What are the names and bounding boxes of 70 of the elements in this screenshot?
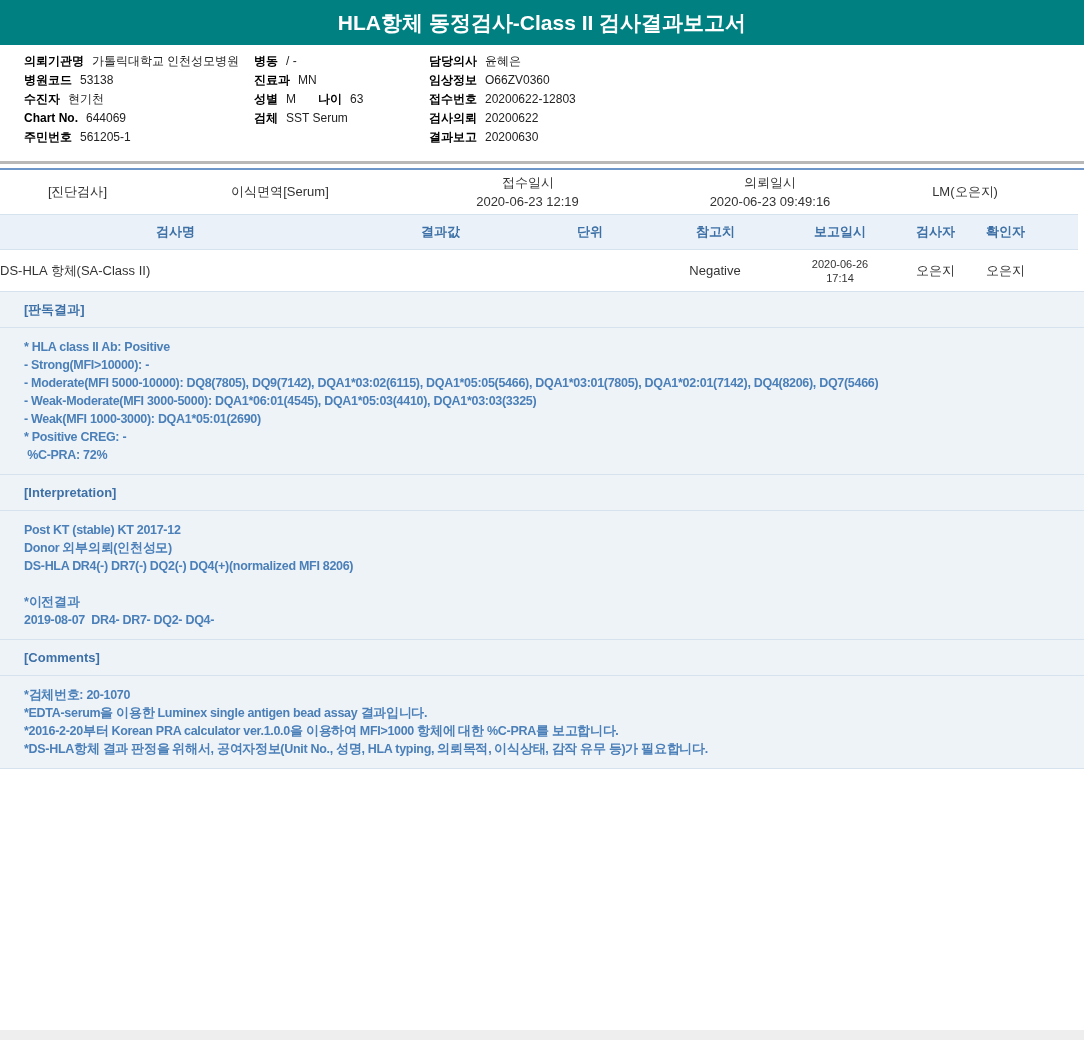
field-value: 53138 xyxy=(80,72,114,89)
field-label: 주민번호 xyxy=(24,129,72,146)
column-header: 단위 xyxy=(576,223,604,242)
field-label: 병원코드 xyxy=(24,72,72,89)
report-line: DS-HLA DR4(-) DR7(-) DQ2(-) DQ4(+)(normalized MFI 8206) xyxy=(24,558,355,575)
field-value: 20200630 xyxy=(485,129,539,146)
section-heading: [Interpretation] xyxy=(24,483,117,502)
column-header: 결과값 xyxy=(419,223,461,242)
report-line: *EDTA-serum을 이용한 Luminex single antigen bead assay 결과입니다. xyxy=(24,705,429,722)
report-line: %C-PRA: 72% xyxy=(26,447,109,464)
tester-cell-text: 오은지 xyxy=(914,261,956,280)
requested-label: 의뢰일시 xyxy=(744,173,796,192)
confirmer-cell-text: 오은지 xyxy=(984,261,1026,280)
field-value: 561205-1 xyxy=(80,129,131,146)
field-label: 진료과 xyxy=(254,72,290,89)
field-label: 검체 xyxy=(254,110,278,127)
field-value: MN xyxy=(298,72,317,89)
field-label: 담당의사 xyxy=(429,53,477,70)
field-value: M xyxy=(286,91,296,108)
report-line: * Positive CREG: - xyxy=(24,429,128,446)
report-line: 2019-08-07 DR4- DR7- DQ2- DQ4- xyxy=(24,612,216,629)
field-label: Chart No. xyxy=(24,110,78,127)
column-header: 참고치 xyxy=(694,223,736,242)
report-line: - Strong(MFI>10000): - xyxy=(24,357,150,374)
field-label: 의뢰기관명 xyxy=(24,53,84,70)
field-value: 20200622-12803 xyxy=(485,91,576,108)
report-date-cell: 2020-06-26 xyxy=(811,256,869,271)
field-label: 결과보고 xyxy=(429,129,477,146)
test-name-cell-text: DS-HLA 항체(SA-Class II) xyxy=(0,261,152,280)
requested-datetime: 2020-06-23 09:49:16 xyxy=(709,193,831,211)
department-text: 이식면역[Serum] xyxy=(230,183,330,202)
report-line: Post KT (stable) KT 2017-12 xyxy=(24,522,182,539)
field-value: 현기천 xyxy=(68,91,104,108)
report-line: - Weak-Moderate(MFI 3000-5000): DQA1*06:01(4545), DQA1*05:03(4410), DQA1*03:03(3325) xyxy=(24,393,538,410)
field-label: 검사의뢰 xyxy=(429,110,477,127)
section-heading: [판독결과] xyxy=(24,300,85,319)
report-line: *DS-HLA항체 결과 판정을 위해서, 공여자정보(Unit No., 성명, HLA typing, 의뢰목적, 이식상태, 감작 유무 등)가 필요합니다. xyxy=(24,741,709,758)
column-header: 검사명 xyxy=(154,223,196,242)
section-heading: [Comments] xyxy=(24,648,100,667)
category-text: [진단검사] xyxy=(46,183,109,202)
field-label: 접수번호 xyxy=(429,91,477,108)
field-value: 윤혜은 xyxy=(485,53,521,70)
field-value: 63 xyxy=(350,91,364,108)
received-label: 접수일시 xyxy=(501,173,554,192)
field-label: 성별 xyxy=(254,91,278,108)
field-value: 가톨릭대학교 인천성모병원 xyxy=(92,53,240,70)
column-header: 검사자 xyxy=(914,223,956,242)
field-label: 병동 xyxy=(254,53,278,70)
column-header: 확인자 xyxy=(984,223,1026,242)
report-line: *검체번호: 20-1070 xyxy=(24,687,132,704)
report-line: * HLA class II Ab: Positive xyxy=(24,339,171,356)
field-value: / - xyxy=(286,53,297,70)
field-value: 20200622 xyxy=(485,110,539,127)
reference-cell-text: Negative xyxy=(688,261,742,280)
field-value: SST Serum xyxy=(286,110,348,127)
report-line: *2016-2-20부터 Korean PRA calculator ver.1.0.0을 이용하여 MFI>1000 항체에 대한 %C-PRA를 보고합니다. xyxy=(24,723,620,740)
field-label: 나이 xyxy=(318,91,342,108)
report-line: - Weak(MFI 1000-3000): DQA1*05:01(2690) xyxy=(24,411,262,428)
field-label: 임상정보 xyxy=(429,72,477,89)
field-label: 수진자 xyxy=(24,91,60,108)
lab-text: LM(오은지) xyxy=(931,183,999,202)
report-line: - Moderate(MFI 5000-10000): DQ8(7805), DQ9(7142), DQA1*03:02(6115), DQA1*05:05(5466), DQA1*03:01(7805), DQA1*02:01(7142), DQ4(8206), DQ7(5466) xyxy=(24,375,880,392)
report-line: Donor 외부의뢰(인천성모) xyxy=(24,540,173,557)
column-header: 보고일시 xyxy=(813,223,867,242)
report-time-cell: 17:14 xyxy=(826,270,854,285)
field-value: O66ZV0360 xyxy=(485,72,550,89)
received-datetime: 2020-06-23 12:19 xyxy=(476,193,579,211)
report-title-bar: HLA항체 동정검사-Class II 검사결과보고서 xyxy=(0,0,1084,45)
report-line: *이전결과 xyxy=(24,594,81,611)
field-value: 644069 xyxy=(86,110,127,127)
